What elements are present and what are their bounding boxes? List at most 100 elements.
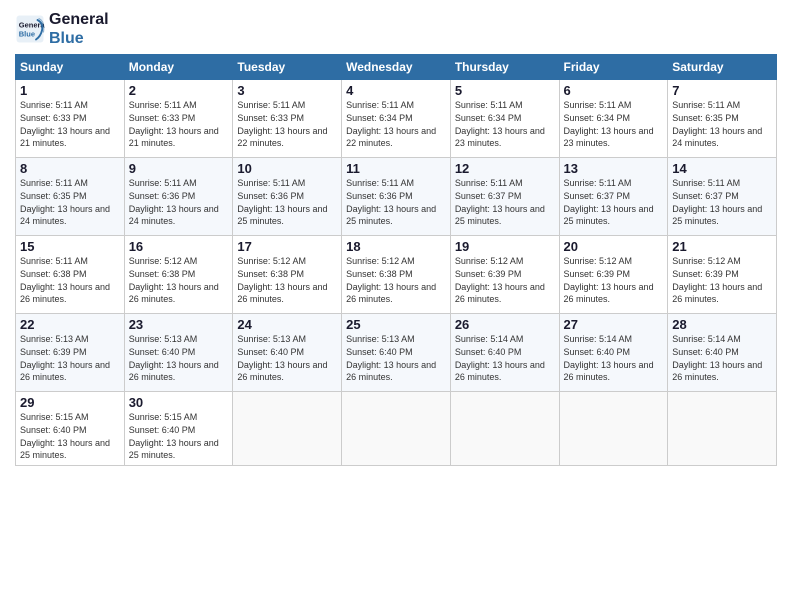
day-number: 15 bbox=[20, 239, 120, 254]
calendar-cell: 14 Sunrise: 5:11 AM Sunset: 6:37 PM Dayl… bbox=[668, 158, 777, 236]
calendar-cell: 15 Sunrise: 5:11 AM Sunset: 6:38 PM Dayl… bbox=[16, 236, 125, 314]
day-info: Sunrise: 5:12 AM Sunset: 6:38 PM Dayligh… bbox=[129, 255, 229, 305]
day-number: 7 bbox=[672, 83, 772, 98]
sunrise-label: Sunrise: 5:12 AM bbox=[129, 256, 198, 266]
calendar-cell: 22 Sunrise: 5:13 AM Sunset: 6:39 PM Dayl… bbox=[16, 314, 125, 392]
calendar-cell bbox=[668, 392, 777, 465]
calendar-cell: 18 Sunrise: 5:12 AM Sunset: 6:38 PM Dayl… bbox=[342, 236, 451, 314]
sunset-label: Sunset: 6:40 PM bbox=[672, 347, 739, 357]
weekday-header-wednesday: Wednesday bbox=[342, 55, 451, 80]
sunset-label: Sunset: 6:37 PM bbox=[564, 191, 631, 201]
day-info: Sunrise: 5:11 AM Sunset: 6:34 PM Dayligh… bbox=[346, 99, 446, 149]
sunrise-label: Sunrise: 5:12 AM bbox=[672, 256, 741, 266]
calendar-week-5: 29 Sunrise: 5:15 AM Sunset: 6:40 PM Dayl… bbox=[16, 392, 777, 465]
daylight-label: Daylight: 13 hours and 25 minutes. bbox=[20, 438, 110, 461]
day-info: Sunrise: 5:11 AM Sunset: 6:34 PM Dayligh… bbox=[564, 99, 664, 149]
day-info: Sunrise: 5:12 AM Sunset: 6:39 PM Dayligh… bbox=[564, 255, 664, 305]
sunrise-label: Sunrise: 5:11 AM bbox=[20, 178, 88, 188]
day-info: Sunrise: 5:12 AM Sunset: 6:38 PM Dayligh… bbox=[237, 255, 337, 305]
sunset-label: Sunset: 6:40 PM bbox=[237, 347, 304, 357]
sunrise-label: Sunrise: 5:11 AM bbox=[672, 178, 740, 188]
day-info: Sunrise: 5:13 AM Sunset: 6:40 PM Dayligh… bbox=[346, 333, 446, 383]
sunrise-label: Sunrise: 5:11 AM bbox=[455, 178, 523, 188]
day-number: 3 bbox=[237, 83, 337, 98]
day-number: 22 bbox=[20, 317, 120, 332]
day-number: 24 bbox=[237, 317, 337, 332]
daylight-label: Daylight: 13 hours and 24 minutes. bbox=[129, 204, 219, 227]
day-number: 13 bbox=[564, 161, 664, 176]
sunrise-label: Sunrise: 5:12 AM bbox=[564, 256, 633, 266]
sunset-label: Sunset: 6:40 PM bbox=[564, 347, 631, 357]
calendar-cell: 11 Sunrise: 5:11 AM Sunset: 6:36 PM Dayl… bbox=[342, 158, 451, 236]
sunrise-label: Sunrise: 5:11 AM bbox=[20, 256, 88, 266]
day-info: Sunrise: 5:11 AM Sunset: 6:36 PM Dayligh… bbox=[129, 177, 229, 227]
day-number: 25 bbox=[346, 317, 446, 332]
day-number: 11 bbox=[346, 161, 446, 176]
sunset-label: Sunset: 6:36 PM bbox=[129, 191, 196, 201]
daylight-label: Daylight: 13 hours and 26 minutes. bbox=[672, 360, 762, 383]
sunrise-label: Sunrise: 5:15 AM bbox=[20, 412, 89, 422]
calendar-cell: 2 Sunrise: 5:11 AM Sunset: 6:33 PM Dayli… bbox=[124, 80, 233, 158]
sunrise-label: Sunrise: 5:14 AM bbox=[564, 334, 633, 344]
sunset-label: Sunset: 6:34 PM bbox=[564, 113, 631, 123]
day-number: 9 bbox=[129, 161, 229, 176]
calendar-cell: 5 Sunrise: 5:11 AM Sunset: 6:34 PM Dayli… bbox=[450, 80, 559, 158]
daylight-label: Daylight: 13 hours and 23 minutes. bbox=[455, 126, 545, 149]
sunrise-label: Sunrise: 5:11 AM bbox=[564, 100, 632, 110]
calendar-cell bbox=[342, 392, 451, 465]
calendar-cell: 1 Sunrise: 5:11 AM Sunset: 6:33 PM Dayli… bbox=[16, 80, 125, 158]
day-info: Sunrise: 5:11 AM Sunset: 6:37 PM Dayligh… bbox=[455, 177, 555, 227]
day-info: Sunrise: 5:11 AM Sunset: 6:36 PM Dayligh… bbox=[237, 177, 337, 227]
logo-text: General Blue bbox=[49, 10, 109, 48]
day-info: Sunrise: 5:14 AM Sunset: 6:40 PM Dayligh… bbox=[564, 333, 664, 383]
calendar-cell: 29 Sunrise: 5:15 AM Sunset: 6:40 PM Dayl… bbox=[16, 392, 125, 465]
calendar-cell: 7 Sunrise: 5:11 AM Sunset: 6:35 PM Dayli… bbox=[668, 80, 777, 158]
sunrise-label: Sunrise: 5:11 AM bbox=[237, 100, 305, 110]
day-info: Sunrise: 5:12 AM Sunset: 6:38 PM Dayligh… bbox=[346, 255, 446, 305]
sunset-label: Sunset: 6:39 PM bbox=[564, 269, 631, 279]
calendar-cell: 10 Sunrise: 5:11 AM Sunset: 6:36 PM Dayl… bbox=[233, 158, 342, 236]
day-info: Sunrise: 5:12 AM Sunset: 6:39 PM Dayligh… bbox=[455, 255, 555, 305]
sunrise-label: Sunrise: 5:11 AM bbox=[672, 100, 740, 110]
sunset-label: Sunset: 6:34 PM bbox=[455, 113, 522, 123]
calendar-week-2: 8 Sunrise: 5:11 AM Sunset: 6:35 PM Dayli… bbox=[16, 158, 777, 236]
sunset-label: Sunset: 6:39 PM bbox=[672, 269, 739, 279]
calendar-cell: 4 Sunrise: 5:11 AM Sunset: 6:34 PM Dayli… bbox=[342, 80, 451, 158]
day-info: Sunrise: 5:11 AM Sunset: 6:35 PM Dayligh… bbox=[672, 99, 772, 149]
calendar-cell: 3 Sunrise: 5:11 AM Sunset: 6:33 PM Dayli… bbox=[233, 80, 342, 158]
calendar-cell: 17 Sunrise: 5:12 AM Sunset: 6:38 PM Dayl… bbox=[233, 236, 342, 314]
day-info: Sunrise: 5:11 AM Sunset: 6:33 PM Dayligh… bbox=[129, 99, 229, 149]
sunset-label: Sunset: 6:40 PM bbox=[20, 425, 87, 435]
sunrise-label: Sunrise: 5:11 AM bbox=[20, 100, 88, 110]
daylight-label: Daylight: 13 hours and 21 minutes. bbox=[129, 126, 219, 149]
day-number: 26 bbox=[455, 317, 555, 332]
daylight-label: Daylight: 13 hours and 26 minutes. bbox=[237, 282, 327, 305]
sunset-label: Sunset: 6:38 PM bbox=[20, 269, 87, 279]
calendar-cell: 28 Sunrise: 5:14 AM Sunset: 6:40 PM Dayl… bbox=[668, 314, 777, 392]
daylight-label: Daylight: 13 hours and 22 minutes. bbox=[237, 126, 327, 149]
daylight-label: Daylight: 13 hours and 25 minutes. bbox=[564, 204, 654, 227]
calendar-cell: 21 Sunrise: 5:12 AM Sunset: 6:39 PM Dayl… bbox=[668, 236, 777, 314]
daylight-label: Daylight: 13 hours and 26 minutes. bbox=[237, 360, 327, 383]
day-number: 14 bbox=[672, 161, 772, 176]
calendar-cell bbox=[559, 392, 668, 465]
sunset-label: Sunset: 6:39 PM bbox=[20, 347, 87, 357]
sunrise-label: Sunrise: 5:11 AM bbox=[455, 100, 523, 110]
sunrise-label: Sunrise: 5:13 AM bbox=[129, 334, 198, 344]
daylight-label: Daylight: 13 hours and 25 minutes. bbox=[672, 204, 762, 227]
weekday-header-row: SundayMondayTuesdayWednesdayThursdayFrid… bbox=[16, 55, 777, 80]
sunrise-label: Sunrise: 5:12 AM bbox=[237, 256, 306, 266]
day-number: 18 bbox=[346, 239, 446, 254]
sunset-label: Sunset: 6:35 PM bbox=[672, 113, 739, 123]
sunset-label: Sunset: 6:33 PM bbox=[129, 113, 196, 123]
sunset-label: Sunset: 6:36 PM bbox=[346, 191, 413, 201]
sunset-label: Sunset: 6:34 PM bbox=[346, 113, 413, 123]
daylight-label: Daylight: 13 hours and 26 minutes. bbox=[672, 282, 762, 305]
day-number: 16 bbox=[129, 239, 229, 254]
daylight-label: Daylight: 13 hours and 23 minutes. bbox=[564, 126, 654, 149]
daylight-label: Daylight: 13 hours and 24 minutes. bbox=[20, 204, 110, 227]
weekday-header-monday: Monday bbox=[124, 55, 233, 80]
daylight-label: Daylight: 13 hours and 24 minutes. bbox=[672, 126, 762, 149]
day-info: Sunrise: 5:13 AM Sunset: 6:39 PM Dayligh… bbox=[20, 333, 120, 383]
day-number: 27 bbox=[564, 317, 664, 332]
